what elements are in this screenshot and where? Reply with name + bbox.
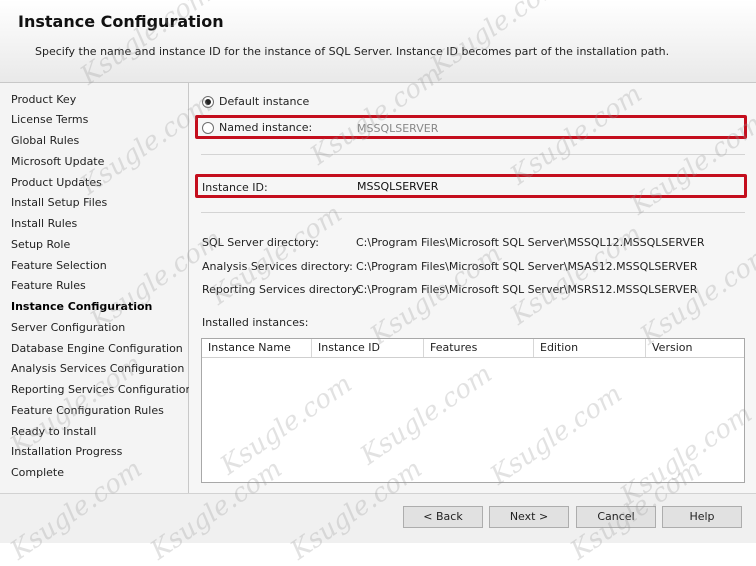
cancel-button[interactable]: Cancel — [576, 506, 656, 528]
sidebar-step: Database Engine Configuration — [11, 342, 183, 355]
analysis-services-directory-label: Analysis Services directory: — [202, 260, 353, 273]
sidebar-step: License Terms — [11, 113, 89, 126]
wizard-footer: < Back Next > Cancel Help — [0, 493, 756, 543]
sidebar-step: Product Key — [11, 93, 77, 106]
sidebar-step: Global Rules — [11, 134, 80, 147]
sidebar-step: Product Updates — [11, 176, 102, 189]
sidebar-step: Analysis Services Configuration — [11, 362, 185, 375]
table-header: Instance Name Instance ID Features Editi… — [202, 339, 744, 358]
named-instance-highlight — [195, 115, 747, 139]
page-description: Specify the name and instance ID for the… — [35, 45, 670, 58]
divider — [201, 212, 745, 213]
analysis-services-directory-value: C:\Program Files\Microsoft SQL Server\MS… — [356, 260, 698, 273]
sidebar-step: Complete — [11, 466, 65, 479]
default-instance-radio[interactable] — [202, 95, 214, 108]
reporting-services-directory-label: Reporting Services directory: — [202, 283, 361, 296]
page-title: Instance Configuration — [18, 12, 224, 31]
sidebar-step: Reporting Services Configuration — [11, 383, 193, 396]
sidebar-step: Ready to Install — [11, 425, 97, 438]
column-header-edition[interactable]: Edition — [534, 339, 646, 357]
column-header-features[interactable]: Features — [424, 339, 534, 357]
sql-server-directory-label: SQL Server directory: — [202, 236, 319, 249]
steps-sidebar: Product Key License Terms Global Rules M… — [0, 83, 193, 493]
sidebar-step: Feature Configuration Rules — [11, 404, 164, 417]
page-header: Instance Configuration Specify the name … — [0, 0, 756, 83]
sidebar-step: Installation Progress — [11, 445, 123, 458]
default-instance-label: Default instance — [219, 95, 310, 108]
sidebar-step: Microsoft Update — [11, 155, 105, 168]
sidebar-step: Server Configuration — [11, 321, 126, 334]
sidebar-step: Setup Role — [11, 238, 71, 251]
divider — [201, 154, 745, 155]
sidebar-step: Install Setup Files — [11, 196, 108, 209]
sidebar-step: Feature Selection — [11, 259, 107, 272]
next-button[interactable]: Next > — [489, 506, 569, 528]
sidebar-step: Feature Rules — [11, 279, 86, 292]
help-button[interactable]: Help — [662, 506, 742, 528]
back-button[interactable]: < Back — [403, 506, 483, 528]
sidebar-step-active: Instance Configuration — [11, 300, 153, 313]
column-header-instance-name[interactable]: Instance Name — [202, 339, 312, 357]
instance-id-highlight — [195, 174, 747, 198]
main-panel: Default instance Named instance: MSSQLSE… — [189, 83, 756, 493]
sidebar-step: Install Rules — [11, 217, 78, 230]
column-header-version[interactable]: Version — [646, 339, 744, 357]
default-instance-option[interactable]: Default instance — [202, 95, 309, 108]
installed-instances-table[interactable]: Instance Name Instance ID Features Editi… — [201, 338, 745, 483]
column-header-instance-id[interactable]: Instance ID — [312, 339, 424, 357]
reporting-services-directory-value: C:\Program Files\Microsoft SQL Server\MS… — [356, 283, 698, 296]
installed-instances-label: Installed instances: — [202, 316, 309, 329]
sql-server-directory-value: C:\Program Files\Microsoft SQL Server\MS… — [356, 236, 705, 249]
